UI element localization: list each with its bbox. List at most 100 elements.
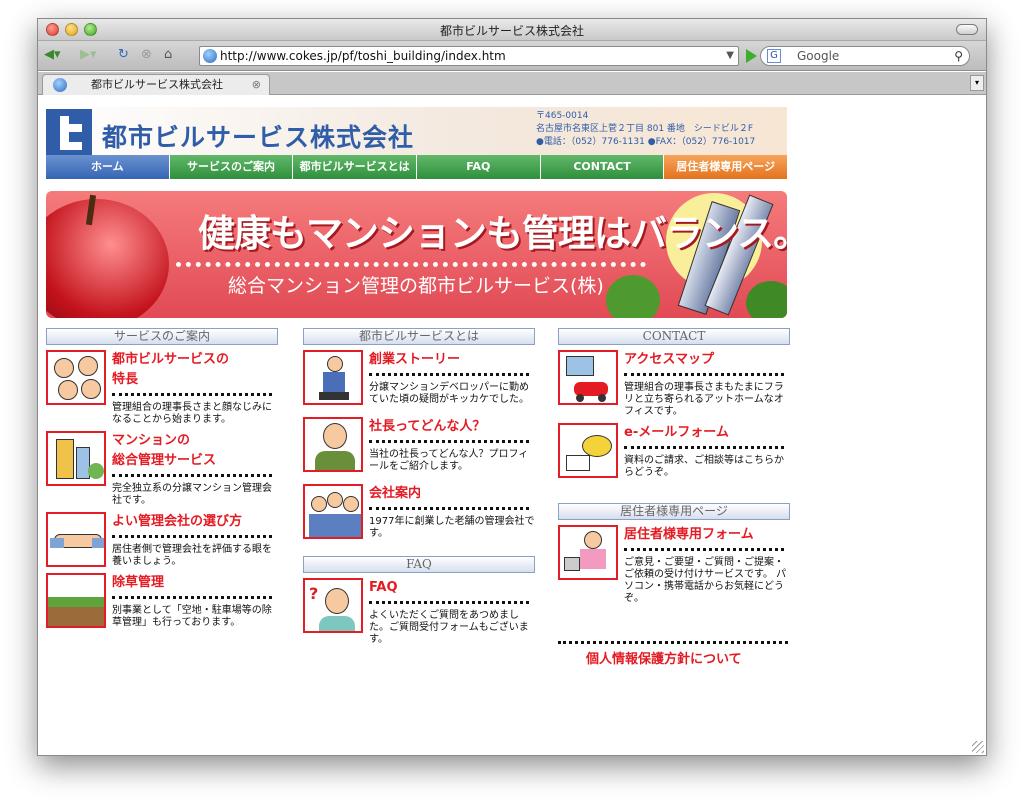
search-icon[interactable]: ⚲	[954, 47, 963, 65]
title-bar: 都市ビルサービス株式会社	[38, 19, 986, 41]
tab-active[interactable]: 都市ビルサービス株式会社 ⊗	[42, 74, 270, 95]
item-title[interactable]: e-メールフォーム	[624, 423, 790, 443]
site-header: 都市ビルサービス株式会社 〒465-0014 名古屋市名東区上菅２丁目 801 …	[46, 107, 787, 155]
postal-code: 〒465-0014	[536, 111, 589, 121]
services-column: サービスのご案内 都市ビルサービスの 特長 管理組合の理事長さまと顔なじみになる…	[46, 328, 278, 635]
nav-home[interactable]: ホーム	[46, 155, 170, 179]
nav-residents[interactable]: 居住者様専用ページ	[664, 155, 788, 179]
company-logo-icon[interactable]	[46, 109, 92, 155]
dotted-divider	[369, 373, 529, 376]
tree-icon	[606, 275, 660, 318]
item-description: 分譲マンションデベロッパーに勤めていた頃の疑問がキッカケでした。	[369, 382, 529, 405]
staff-group-icon[interactable]	[303, 484, 363, 539]
item-description: ご意見・ご要望・ご質問・ご提案・ご依頼の受け付けサービスです。 パソコン・携帯電…	[624, 557, 787, 604]
mansion-building-icon[interactable]	[46, 431, 106, 486]
dotted-divider	[558, 641, 788, 644]
hero-subtitle: 総合マンション管理の都市ビルサービス(株)	[228, 275, 604, 297]
nav-about[interactable]: 都市ビルサービスとは	[293, 155, 418, 179]
list-item[interactable]: マンションの 総合管理サービス 完全独立系の分譲マンション管理会社です。	[46, 431, 278, 507]
item-title[interactable]: 会社案内	[369, 484, 535, 504]
nav-services[interactable]: サービスのご案内	[169, 155, 294, 179]
list-item[interactable]: 創業ストーリー 分譲マンションデベロッパーに勤めていた頃の疑問がキッカケでした。	[303, 350, 535, 412]
item-description: 資料のご請求、ご相談等はこちらからどうぞ。	[624, 455, 784, 478]
apple-icon	[46, 194, 169, 318]
phone-fax: ●電話：（052）776-1131 ●FAX：（052）776-1017	[536, 137, 756, 147]
window-title: 都市ビルサービス株式会社	[439, 24, 584, 38]
item-description: 完全独立系の分譲マンション管理会社です。	[112, 483, 272, 506]
tab-bar: 都市ビルサービス株式会社 ⊗ ▾	[38, 72, 986, 95]
dotted-divider	[369, 601, 529, 604]
list-item[interactable]: よい管理会社の選び方 居住者側で管理会社を評価する眼を養いましょう。	[46, 512, 278, 568]
global-nav: ホーム サービスのご案内 都市ビルサービスとは FAQ CONTACT 居住者様…	[46, 155, 788, 179]
site-globe-icon	[203, 49, 217, 63]
list-item[interactable]: 都市ビルサービスの 特長 管理組合の理事長さまと顔なじみになることから始まります…	[46, 350, 278, 426]
item-title[interactable]: 社長ってどんな人？	[369, 417, 535, 437]
dotted-divider	[112, 535, 272, 538]
list-item[interactable]: 社長ってどんな人？ 当社の社長ってどんな人？プロフィールをご紹介します。	[303, 417, 535, 479]
nav-faq[interactable]: FAQ	[417, 155, 541, 179]
url-history-dropdown-icon[interactable]: ▼	[726, 47, 734, 65]
back-button[interactable]: ◀▾	[44, 47, 61, 62]
president-portrait-icon[interactable]	[303, 417, 363, 472]
url-bar[interactable]: http://www.cokes.jp/pf/toshi_building/in…	[199, 46, 739, 66]
privacy-policy-link[interactable]: 個人情報保護方針について	[586, 648, 742, 667]
item-description: 1977年に創業した老舗の管理会社です。	[369, 516, 535, 539]
weeding-field-icon[interactable]	[46, 573, 106, 628]
toolbar-toggle-button[interactable]	[956, 24, 978, 35]
company-name: 都市ビルサービス株式会社	[102, 123, 415, 152]
access-map-car-icon[interactable]	[558, 350, 618, 405]
reload-icon[interactable]: ↻	[118, 47, 129, 62]
handshake-icon[interactable]	[46, 512, 106, 567]
list-item[interactable]: アクセスマップ 管理組合の理事長さまもたまにフラリと立ち寄られるアットホームなオ…	[558, 350, 790, 418]
stop-icon[interactable]: ⊗	[141, 47, 152, 62]
list-item[interactable]: 会社案内 1977年に創業した老舗の管理会社です。	[303, 484, 535, 546]
item-description: よくいただくご質問をあつめました。ご質問受付フォームもございます。	[369, 610, 529, 645]
nav-contact[interactable]: CONTACT	[540, 155, 665, 179]
item-title[interactable]: FAQ	[369, 578, 535, 598]
search-field[interactable]: G Google ⚲	[760, 46, 970, 66]
dotted-divider	[112, 596, 272, 599]
tree-icon	[746, 281, 787, 318]
services-heading: サービスのご案内	[46, 328, 278, 345]
question-woman-icon[interactable]: ?	[303, 578, 363, 633]
bird-mail-icon[interactable]	[558, 423, 618, 478]
about-column: 都市ビルサービスとは 創業ストーリー 分譲マンションデベロッパーに勤めていた頃の…	[303, 328, 535, 646]
page-content: 都市ビルサービス株式会社 〒465-0014 名古屋市名東区上菅２丁目 801 …	[38, 96, 986, 755]
list-item[interactable]: 除草管理 別事業として「空地・駐車場等の除草管理」も行っております。	[46, 573, 278, 635]
contact-column: CONTACT アクセスマップ 管理組合の理事長さまもたまにフラリと立ち寄られる…	[558, 328, 790, 605]
list-item[interactable]: e-メールフォーム 資料のご請求、ご相談等はこちらからどうぞ。	[558, 423, 790, 485]
dotted-divider	[112, 474, 272, 477]
item-description: 当社の社長ってどんな人？プロフィールをご紹介します。	[369, 449, 529, 472]
list-item[interactable]: ? FAQ よくいただくご質問をあつめました。ご質問受付フォームもございます。	[303, 578, 535, 646]
dotted-divider	[624, 548, 784, 551]
item-title[interactable]: 創業ストーリー	[369, 350, 535, 370]
item-title[interactable]: よい管理会社の選び方	[112, 512, 278, 532]
search-engine-icon[interactable]: G	[767, 49, 781, 63]
item-description: 管理組合の理事長さまもたまにフラリと立ち寄られるアットホームなオフィスです。	[624, 382, 784, 417]
item-title[interactable]: 居住者様専用フォーム	[624, 525, 790, 545]
tab-close-icon[interactable]: ⊗	[252, 75, 261, 95]
hero-banner: 健康もマンションも管理はバランス。 総合マンション管理の都市ビルサービス(株)	[46, 191, 787, 318]
item-title[interactable]: アクセスマップ	[624, 350, 790, 370]
window-resize-handle[interactable]	[972, 741, 984, 753]
tab-list-menu-button[interactable]: ▾	[970, 75, 984, 91]
home-icon[interactable]: ⌂	[164, 47, 172, 62]
item-title[interactable]: 都市ビルサービスの 特長	[112, 350, 278, 390]
item-title[interactable]: 除草管理	[112, 573, 278, 593]
go-button[interactable]	[746, 49, 757, 63]
running-man-icon[interactable]	[303, 350, 363, 405]
residents-heading: 居住者様専用ページ	[558, 503, 790, 520]
item-title[interactable]: マンションの 総合管理サービス	[112, 431, 278, 471]
street-address: 名古屋市名東区上菅２丁目 801 番地 シードビル２F	[536, 124, 754, 134]
item-description: 居住者側で管理会社を評価する眼を養いましょう。	[112, 544, 272, 567]
family-faces-icon[interactable]	[46, 350, 106, 405]
list-item[interactable]: 居住者様専用フォーム ご意見・ご要望・ご質問・ご提案・ご依頼の受け付けサービスで…	[558, 525, 790, 605]
woman-at-computer-icon[interactable]	[558, 525, 618, 580]
company-address: 〒465-0014 名古屋市名東区上菅２丁目 801 番地 シードビル２F ●電…	[536, 110, 755, 149]
dotted-divider	[624, 373, 784, 376]
tab-favicon-icon	[53, 78, 67, 92]
dotted-divider	[369, 507, 529, 510]
forward-button[interactable]: ▶▾	[80, 47, 97, 62]
hero-divider	[176, 262, 646, 267]
browser-toolbar: ◀▾ ▶▾ ↻ ⊗ ⌂ http://www.cokes.jp/pf/toshi…	[38, 41, 986, 71]
